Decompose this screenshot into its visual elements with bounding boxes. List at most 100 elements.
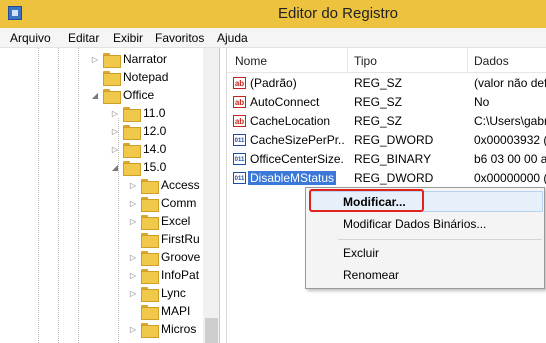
tree-item-11-0[interactable]: ▷ 11.0 xyxy=(110,104,165,122)
folder-icon xyxy=(103,70,121,86)
column-header-dados[interactable]: Dados xyxy=(474,54,509,68)
tree-item-label: 11.0 xyxy=(143,106,166,120)
tree-item-office[interactable]: ◢ Office xyxy=(90,86,154,104)
expand-arrow-icon[interactable]: ▷ xyxy=(90,55,100,64)
expand-arrow-icon[interactable]: ▷ xyxy=(110,109,120,118)
string-value-icon: ab xyxy=(233,77,246,89)
tree-item-comm[interactable]: ▷ Comm xyxy=(128,194,196,212)
value-type: REG_BINARY xyxy=(354,152,432,166)
menu-editar[interactable]: Editar xyxy=(68,31,99,45)
value-name: DisableMStatus xyxy=(248,171,337,185)
tree-item-label: 15.0 xyxy=(143,160,167,174)
tree-item-groove[interactable]: ▷ Groove xyxy=(128,248,200,266)
value-data: 0x00000000 (0 xyxy=(474,171,546,185)
folder-icon xyxy=(141,250,159,266)
expand-arrow-icon[interactable]: ▷ xyxy=(110,145,120,154)
tree-guide-line xyxy=(38,48,39,343)
tree-item-14-0[interactable]: ▷ 14.0 xyxy=(110,140,166,158)
value-type: REG_DWORD xyxy=(354,133,434,147)
value-type: REG_SZ xyxy=(354,114,403,128)
tree-item-15-0[interactable]: ◢ 15.0 xyxy=(110,158,166,176)
title-bar: Editor do Registro xyxy=(0,0,546,28)
list-row[interactable]: ab (Padrão) REG_SZ (valor não defi xyxy=(227,74,546,93)
string-value-icon: ab xyxy=(233,115,246,127)
folder-icon xyxy=(123,124,141,140)
value-name: OfficeCenterSize... xyxy=(250,152,344,166)
binary-value-icon: 011 xyxy=(233,134,246,146)
tree-item-excel[interactable]: ▷ Excel xyxy=(128,212,190,230)
expand-arrow-icon[interactable]: ▷ xyxy=(128,181,138,190)
tree-item-narrator[interactable]: ▷ Narrator xyxy=(90,50,167,68)
menu-item-excluir[interactable]: Excluir xyxy=(343,246,379,260)
tree-item-infopath[interactable]: ▷ InfoPat xyxy=(128,266,199,284)
string-value-icon: ab xyxy=(233,96,246,108)
value-data: 0x00003932 (14 xyxy=(474,133,546,147)
column-divider[interactable] xyxy=(347,48,348,73)
folder-icon xyxy=(123,106,141,122)
expand-arrow-icon[interactable]: ▷ xyxy=(128,289,138,298)
column-header-nome[interactable]: Nome xyxy=(235,54,267,68)
tree-item-label: Excel xyxy=(161,214,191,228)
window-title: Editor do Registro xyxy=(277,5,399,22)
tree-item-label: 12.0 xyxy=(143,124,167,138)
value-name: CacheLocation xyxy=(250,114,331,128)
value-name: CacheSizePerPr... xyxy=(250,133,344,147)
tree-scrollbar[interactable] xyxy=(203,48,219,343)
folder-icon xyxy=(141,232,159,248)
tree-item-mapi[interactable]: MAPI xyxy=(128,302,190,320)
tree-item-label: InfoPat xyxy=(161,268,200,282)
value-name: (Padrão) xyxy=(250,76,297,90)
key-tree-pane[interactable]: ▷ Narrator Notepad ◢ Office ▷ 11.0 ▷ 12.… xyxy=(0,48,220,343)
menu-bar: Arquivo Editar Exibir Favoritos Ajuda xyxy=(0,28,546,48)
expand-arrow-icon[interactable]: ▷ xyxy=(128,271,138,280)
folder-icon xyxy=(141,214,159,230)
tree-item-label: Access xyxy=(161,178,200,192)
binary-value-icon: 011 xyxy=(233,172,246,184)
value-data: C:\Users\gabr xyxy=(474,114,546,128)
menu-item-renomear[interactable]: Renomear xyxy=(343,268,399,282)
tree-item-access[interactable]: ▷ Access xyxy=(128,176,200,194)
expand-arrow-icon[interactable]: ▷ xyxy=(110,127,120,136)
value-type: REG_SZ xyxy=(354,76,403,90)
menu-separator xyxy=(338,239,542,240)
value-type: REG_SZ xyxy=(354,95,403,109)
tree-item-label: Micros xyxy=(161,322,197,336)
value-data: No xyxy=(474,95,490,109)
collapse-arrow-icon[interactable]: ◢ xyxy=(110,163,120,172)
list-row[interactable]: ab CacheLocation REG_SZ C:\Users\gabr xyxy=(227,112,546,131)
tree-item-lync[interactable]: ▷ Lync xyxy=(128,284,186,302)
menu-ajuda[interactable]: Ajuda xyxy=(217,31,248,45)
tree-item-12-0[interactable]: ▷ 12.0 xyxy=(110,122,166,140)
list-row[interactable]: ab AutoConnect REG_SZ No xyxy=(227,93,546,112)
menu-item-modificar-dados-binarios[interactable]: Modificar Dados Binários... xyxy=(343,217,486,231)
tree-item-label: Groove xyxy=(161,250,201,264)
tree-item-label: Notepad xyxy=(123,70,169,84)
tree-item-microsoft[interactable]: ▷ Micros xyxy=(128,320,196,338)
menu-exibir[interactable]: Exibir xyxy=(113,31,143,45)
scrollbar-thumb[interactable] xyxy=(205,318,218,343)
tree-item-label: Lync xyxy=(161,286,186,300)
tree-item-label: 14.0 xyxy=(143,142,167,156)
folder-open-icon xyxy=(103,88,121,104)
list-row[interactable]: 011 OfficeCenterSize... REG_BINARY b6 03… xyxy=(227,150,546,169)
list-row-selected[interactable]: 011 DisableMStatus REG_DWORD 0x00000000 … xyxy=(227,169,546,188)
tree-item-label: Narrator xyxy=(123,52,168,66)
list-row[interactable]: 011 CacheSizePerPr... REG_DWORD 0x000039… xyxy=(227,131,546,150)
collapse-arrow-icon[interactable]: ◢ xyxy=(90,91,100,100)
value-data: (valor não defi xyxy=(474,76,546,90)
value-type: REG_DWORD xyxy=(354,171,434,185)
expand-arrow-icon[interactable]: ▷ xyxy=(128,199,138,208)
folder-icon xyxy=(141,304,159,320)
menu-favoritos[interactable]: Favoritos xyxy=(155,31,204,45)
tree-guide-line xyxy=(58,48,59,343)
column-divider[interactable] xyxy=(467,48,468,73)
tree-item-firstrun[interactable]: FirstRu xyxy=(128,230,200,248)
tree-item-notepad[interactable]: Notepad xyxy=(90,68,168,86)
expand-arrow-icon[interactable]: ▷ xyxy=(128,325,138,334)
expand-arrow-icon[interactable]: ▷ xyxy=(128,253,138,262)
expand-arrow-icon[interactable]: ▷ xyxy=(128,217,138,226)
column-header-tipo[interactable]: Tipo xyxy=(354,54,377,68)
folder-open-icon xyxy=(123,160,141,176)
tree-guide-line xyxy=(78,48,79,343)
menu-arquivo[interactable]: Arquivo xyxy=(10,31,51,45)
